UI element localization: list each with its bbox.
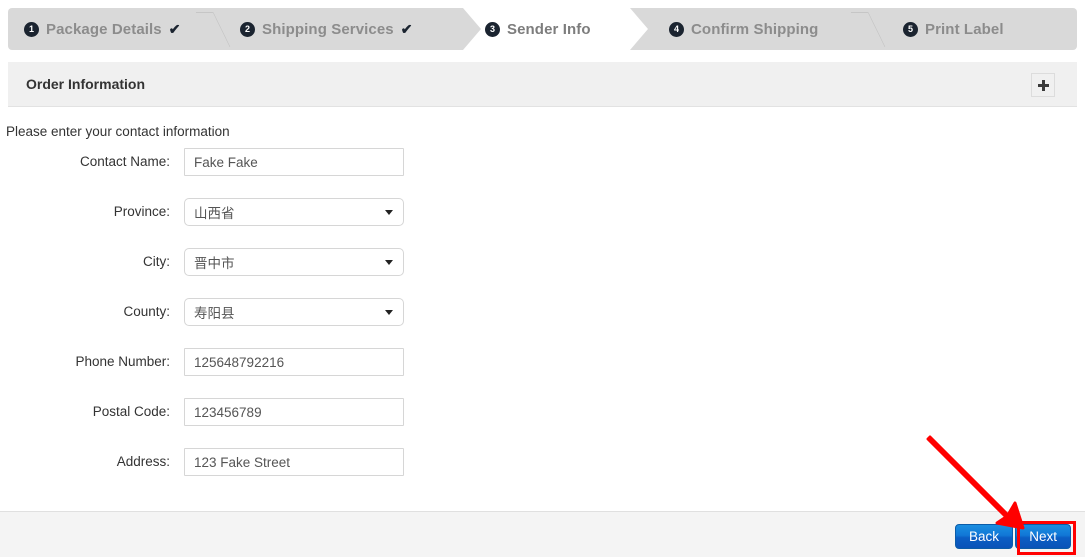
- county-selected-value: 寿阳县: [194, 306, 235, 321]
- step-label-shipping-services: Shipping Services: [262, 20, 394, 38]
- chevron-down-icon-county: [385, 309, 393, 315]
- label-province: Province:: [113, 204, 170, 219]
- form-row-postal-code: Postal Code: 123456789: [0, 398, 600, 448]
- chevron-down-icon-city: [385, 259, 393, 265]
- step-separator-4: [850, 12, 886, 47]
- wizard-step-confirm-shipping[interactable]: 4 Confirm Shipping: [669, 8, 818, 50]
- step-number-badge-5: 5: [903, 21, 918, 37]
- form-row-contact-name: Contact Name: Fake Fake: [0, 148, 600, 198]
- city-select[interactable]: 晋中市: [184, 248, 404, 276]
- plus-icon: [1037, 79, 1049, 91]
- province-selected-value: 山西省: [194, 206, 235, 221]
- step-number-badge-3: 3: [485, 21, 500, 37]
- label-city: City:: [143, 254, 170, 269]
- wizard-step-shipping-services[interactable]: 2 Shipping Services ✔: [240, 8, 412, 50]
- wizard-steps: 1 Package Details ✔ 2 Shipping Services …: [8, 8, 1077, 50]
- step-label-package-details: Package Details: [46, 20, 162, 38]
- step-label-sender-info: Sender Info: [507, 20, 591, 38]
- province-select[interactable]: 山西省: [184, 198, 404, 226]
- wizard-step-sender-info[interactable]: 3 Sender Info: [485, 8, 591, 50]
- step-label-print-label: Print Label: [925, 20, 1004, 38]
- step-separator-1: [195, 12, 231, 47]
- chevron-down-icon-province: [385, 209, 393, 215]
- panel-title: Order Information: [26, 76, 146, 92]
- form-row-phone-number: Phone Number: 125648792216: [0, 348, 600, 398]
- step-number-badge-1: 1: [24, 21, 39, 37]
- phone-number-input[interactable]: 125648792216: [184, 348, 404, 376]
- label-postal-code: Postal Code:: [92, 404, 170, 419]
- next-button[interactable]: Next: [1015, 524, 1071, 549]
- order-information-header: Order Information: [8, 62, 1077, 107]
- form-row-province: Province: 山西省: [0, 198, 600, 248]
- county-select[interactable]: 寿阳县: [184, 298, 404, 326]
- wizard-step-package-details[interactable]: 1 Package Details ✔: [24, 8, 180, 50]
- form-row-city: City: 晋中市: [0, 248, 600, 298]
- expand-panel-button[interactable]: [1031, 73, 1055, 97]
- postal-code-input[interactable]: 123456789: [184, 398, 404, 426]
- city-selected-value: 晋中市: [194, 256, 235, 271]
- form-row-address: Address: 123 Fake Street: [0, 448, 600, 498]
- step-number-badge-2: 2: [240, 21, 255, 37]
- address-input[interactable]: 123 Fake Street: [184, 448, 404, 476]
- form-footer: Back Next: [0, 512, 1085, 557]
- checkmark-icon-2: ✔: [400, 20, 413, 37]
- form-row-county: County: 寿阳县: [0, 298, 600, 348]
- back-button[interactable]: Back: [954, 524, 1013, 549]
- step-number-badge-4: 4: [669, 21, 684, 37]
- contact-name-input[interactable]: Fake Fake: [184, 148, 404, 176]
- form-intro-text: Please enter your contact information: [6, 124, 230, 139]
- checkmark-icon-1: ✔: [168, 20, 181, 37]
- wizard-step-print-label[interactable]: 5 Print Label: [903, 8, 1004, 50]
- label-contact-name: Contact Name:: [79, 154, 170, 169]
- step-label-confirm-shipping: Confirm Shipping: [691, 20, 819, 38]
- label-address: Address:: [116, 454, 170, 469]
- label-county: County:: [123, 304, 170, 319]
- sender-info-form: Contact Name: Fake Fake Province: 山西省 Ci…: [0, 148, 600, 498]
- label-phone-number: Phone Number:: [75, 354, 170, 369]
